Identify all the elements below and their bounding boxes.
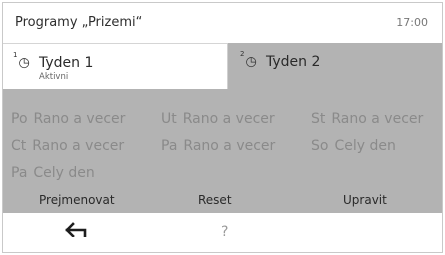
help-button[interactable]: ?	[221, 224, 228, 240]
page-title: Programy „Prizemi“	[15, 15, 143, 30]
action-bar: Prejmenovat Reset Upravit	[3, 189, 442, 213]
rename-button[interactable]: Prejmenovat	[39, 193, 115, 207]
edit-button[interactable]: Upravit	[343, 193, 387, 207]
bottom-bar: ?	[3, 213, 442, 252]
reset-button[interactable]: Reset	[198, 193, 232, 207]
title-bar: Programy „Prizemi“ 17:00	[3, 3, 442, 43]
tab-label: Tyden 2	[266, 54, 321, 70]
schedule-item[interactable]: Pa Cely den	[11, 165, 95, 181]
tab-label: Tyden 1	[39, 55, 94, 71]
clock: 17:00	[396, 16, 428, 29]
schedule-item[interactable]: Ut Rano a vecer	[161, 111, 275, 127]
schedule-item[interactable]: St Rano a vecer	[311, 111, 423, 127]
tab-status: Aktivni	[39, 72, 69, 82]
clock-icon: 1◷	[13, 51, 30, 71]
tab-bar: 1◷ Tyden 1 Aktivni 2◷ Tyden 2	[3, 43, 442, 89]
clock-icon: 2◷	[240, 50, 257, 70]
schedule-item[interactable]: Ct Rano a vecer	[11, 138, 124, 154]
tab-tyden-2[interactable]: 2◷ Tyden 2	[228, 43, 442, 89]
schedule-item[interactable]: Po Rano a vecer	[11, 111, 125, 127]
tab-tyden-1[interactable]: 1◷ Tyden 1 Aktivni	[3, 43, 228, 89]
schedule-item[interactable]: So Cely den	[311, 138, 396, 154]
program-screen: Programy „Prizemi“ 17:00 1◷ Tyden 1 Akti…	[2, 2, 443, 253]
schedule-item[interactable]: Pa Rano a vecer	[161, 138, 275, 154]
back-arrow-icon[interactable]	[65, 221, 87, 241]
